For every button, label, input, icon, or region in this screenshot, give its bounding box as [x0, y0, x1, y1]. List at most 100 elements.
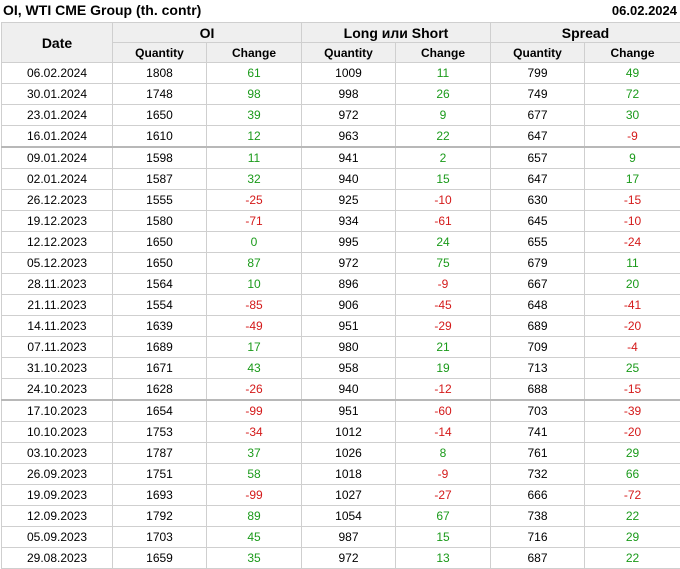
- col-header-spread-quantity: Quantity: [491, 43, 585, 63]
- cell-spread-change: -4: [585, 337, 680, 358]
- cell-ls-quantity: 940: [302, 169, 396, 190]
- cell-oi-quantity: 1753: [113, 422, 207, 443]
- cell-ls-quantity: 1018: [302, 464, 396, 485]
- cell-oi-change: -49: [207, 316, 302, 337]
- cell-spread-change: -9: [585, 126, 680, 148]
- cell-oi-change: 17: [207, 337, 302, 358]
- table-row: 21.11.20231554-85906-45648-41: [2, 295, 680, 316]
- cell-ls-quantity: 896: [302, 274, 396, 295]
- cell-oi-change: -85: [207, 295, 302, 316]
- cell-ls-quantity: 951: [302, 400, 396, 422]
- cell-oi-quantity: 1654: [113, 400, 207, 422]
- cell-oi-change: 45: [207, 527, 302, 548]
- cell-spread-quantity: 648: [491, 295, 585, 316]
- cell-ls-change: -9: [396, 274, 491, 295]
- table-row: 16.01.202416101296322647-9: [2, 126, 680, 148]
- cell-ls-quantity: 1009: [302, 63, 396, 84]
- cell-oi-quantity: 1628: [113, 379, 207, 401]
- cell-ls-change: -61: [396, 211, 491, 232]
- cell-oi-quantity: 1555: [113, 190, 207, 211]
- cell-date: 03.10.2023: [2, 443, 113, 464]
- cell-spread-change: 11: [585, 253, 680, 274]
- cell-oi-quantity: 1598: [113, 147, 207, 169]
- cell-date: 06.02.2024: [2, 63, 113, 84]
- cell-oi-quantity: 1787: [113, 443, 207, 464]
- group-header-spread: Spread: [491, 23, 680, 43]
- cell-spread-quantity: 667: [491, 274, 585, 295]
- cell-ls-change: 15: [396, 527, 491, 548]
- cell-ls-quantity: 941: [302, 147, 396, 169]
- table-row: 10.10.20231753-341012-14741-20: [2, 422, 680, 443]
- cell-ls-quantity: 1026: [302, 443, 396, 464]
- cell-oi-change: 12: [207, 126, 302, 148]
- report-title: OI, WTI CME Group (th. contr): [3, 2, 201, 18]
- cell-spread-change: -24: [585, 232, 680, 253]
- cell-spread-change: 22: [585, 506, 680, 527]
- col-header-ls-quantity: Quantity: [302, 43, 396, 63]
- cell-spread-quantity: 741: [491, 422, 585, 443]
- cell-date: 26.09.2023: [2, 464, 113, 485]
- cell-spread-quantity: 749: [491, 84, 585, 105]
- table-row: 26.12.20231555-25925-10630-15: [2, 190, 680, 211]
- cell-oi-change: -25: [207, 190, 302, 211]
- cell-spread-quantity: 647: [491, 169, 585, 190]
- group-header-long-short: Long или Short: [302, 23, 491, 43]
- cell-oi-change: 10: [207, 274, 302, 295]
- cell-spread-quantity: 666: [491, 485, 585, 506]
- cell-oi-change: -26: [207, 379, 302, 401]
- cell-date: 24.10.2023: [2, 379, 113, 401]
- cell-oi-change: 37: [207, 443, 302, 464]
- table-row: 02.01.20241587329401564717: [2, 169, 680, 190]
- cell-ls-quantity: 980: [302, 337, 396, 358]
- cell-spread-change: -39: [585, 400, 680, 422]
- cell-spread-quantity: 647: [491, 126, 585, 148]
- cell-oi-change: 87: [207, 253, 302, 274]
- cell-date: 31.10.2023: [2, 358, 113, 379]
- cell-date: 16.01.2024: [2, 126, 113, 148]
- cell-ls-quantity: 934: [302, 211, 396, 232]
- cell-oi-change: 35: [207, 548, 302, 569]
- report-header: OI, WTI CME Group (th. contr) 06.02.2024: [0, 0, 680, 22]
- cell-spread-change: 29: [585, 443, 680, 464]
- cell-ls-change: 21: [396, 337, 491, 358]
- table-row: 12.09.202317928910546773822: [2, 506, 680, 527]
- table-row: 23.01.2024165039972967730: [2, 105, 680, 126]
- table-row: 31.10.20231671439581971325: [2, 358, 680, 379]
- cell-oi-quantity: 1748: [113, 84, 207, 105]
- cell-ls-quantity: 940: [302, 379, 396, 401]
- cell-oi-change: 61: [207, 63, 302, 84]
- table-row: 03.10.20231787371026876129: [2, 443, 680, 464]
- table-row: 26.09.20231751581018-973266: [2, 464, 680, 485]
- cell-spread-change: 25: [585, 358, 680, 379]
- cell-ls-quantity: 925: [302, 190, 396, 211]
- cell-ls-quantity: 972: [302, 253, 396, 274]
- cell-oi-change: 89: [207, 506, 302, 527]
- table-row: 19.09.20231693-991027-27666-72: [2, 485, 680, 506]
- cell-ls-change: 13: [396, 548, 491, 569]
- cell-spread-change: 30: [585, 105, 680, 126]
- cell-spread-quantity: 645: [491, 211, 585, 232]
- table-row: 07.11.202316891798021709-4: [2, 337, 680, 358]
- cell-spread-quantity: 655: [491, 232, 585, 253]
- table-row: 28.11.2023156410896-966720: [2, 274, 680, 295]
- cell-date: 23.01.2024: [2, 105, 113, 126]
- oi-table: Date OI Long или Short Spread Quantity C…: [1, 22, 680, 569]
- cell-ls-change: -60: [396, 400, 491, 422]
- cell-spread-quantity: 799: [491, 63, 585, 84]
- cell-date: 29.08.2023: [2, 548, 113, 569]
- cell-spread-quantity: 688: [491, 379, 585, 401]
- table-row: 29.08.20231659359721368722: [2, 548, 680, 569]
- col-header-date: Date: [2, 23, 113, 63]
- cell-ls-quantity: 987: [302, 527, 396, 548]
- cell-spread-change: 20: [585, 274, 680, 295]
- cell-date: 09.01.2024: [2, 147, 113, 169]
- cell-ls-change: 11: [396, 63, 491, 84]
- cell-ls-change: -10: [396, 190, 491, 211]
- cell-spread-change: -41: [585, 295, 680, 316]
- table-row: 30.01.20241748989982674972: [2, 84, 680, 105]
- cell-oi-quantity: 1650: [113, 232, 207, 253]
- cell-oi-quantity: 1693: [113, 485, 207, 506]
- cell-spread-change: -15: [585, 379, 680, 401]
- cell-ls-change: -27: [396, 485, 491, 506]
- col-header-oi-quantity: Quantity: [113, 43, 207, 63]
